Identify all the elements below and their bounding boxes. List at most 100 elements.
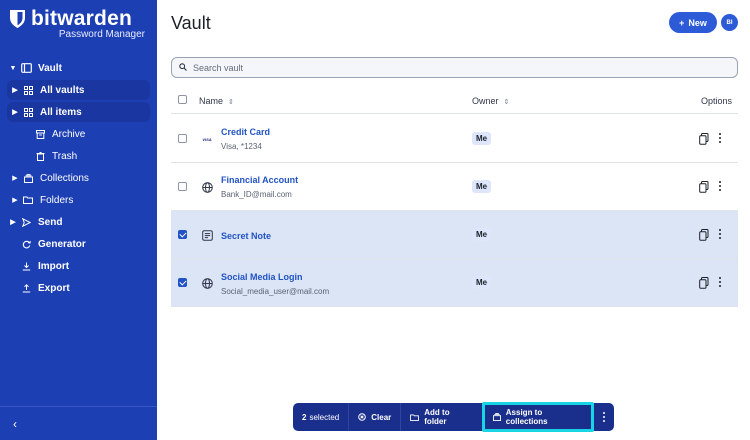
grid-icon [21,105,35,119]
item-subtitle: Bank_ID@mail.com [221,190,292,199]
shield-logo-icon [10,10,25,28]
chevron-right-icon[interactable]: ▶ [9,86,21,94]
sort-icon: ⇕ [503,99,510,106]
item-name-link[interactable]: Financial Account [221,175,298,185]
sidebar: bitwarden Password Manager ▼ Vault ▶ All… [0,0,157,440]
owner-badge: Me [472,276,492,289]
sidebar-item-folders[interactable]: ▶ Folders [7,190,150,210]
item-subtitle: Visa, *1234 [221,142,262,151]
item-subtitle: Social_media_user@mail.com [221,287,330,296]
collection-icon [492,413,501,421]
add-to-folder-button[interactable]: Add to folder [401,403,483,431]
table-row[interactable]: Financial Account Bank_ID@mail.com Me [171,163,738,211]
sidebar-item-label: Generator [38,238,86,250]
sidebar-item-label: Send [38,216,63,228]
sidebar-item-import[interactable]: Import [7,256,150,276]
new-button[interactable]: + New [669,12,717,33]
sidebar-item-label: Vault [38,62,62,74]
vault-icon [19,61,33,75]
table-row[interactable]: VISA Credit Card Visa, *1234 Me [171,115,738,163]
table-row[interactable]: Secret Note Me [171,211,738,259]
sidebar-item-vault[interactable]: ▼ Vault [7,58,150,78]
note-icon [200,228,214,242]
bulk-more-options-icon[interactable] [594,412,614,422]
brand-logo[interactable]: bitwarden Password Manager [9,7,149,43]
sidebar-item-export[interactable]: Export [7,278,150,298]
sidebar-item-label: Archive [52,128,86,140]
brand-name: bitwarden [31,7,132,30]
brand-product: Password Manager [58,29,145,40]
table-header: Name ⇕ Owner ⇕ Options [171,88,738,114]
sidebar-item-label: All items [40,106,82,118]
owner-badge: Me [472,180,492,193]
archive-icon [33,127,47,141]
trash-icon [33,149,47,163]
sidebar-item-collections[interactable]: ▶ Collections [7,168,150,188]
sidebar-item-generator[interactable]: Generator [7,234,150,254]
sidebar-item-all-items[interactable]: ▶ All items [7,102,150,122]
row-checkbox[interactable] [178,278,187,287]
grid-icon [21,83,35,97]
generator-icon [19,237,33,251]
sidebar-item-send[interactable]: ▶ Send [7,212,150,232]
column-owner-header[interactable]: Owner ⇕ [472,96,509,106]
search-icon [179,62,187,73]
chevron-down-icon[interactable]: ▼ [7,65,19,72]
item-name-link[interactable]: Secret Note [221,231,271,241]
table-row[interactable]: Social Media Login Social_media_user@mai… [171,259,738,307]
chevron-right-icon[interactable]: ▶ [9,174,21,182]
row-checkbox[interactable] [178,182,187,191]
owner-badge: Me [472,132,492,145]
owner-badge: Me [472,228,492,241]
sidebar-item-archive[interactable]: Archive [7,124,150,144]
copy-icon[interactable] [699,276,709,289]
collection-icon [21,171,35,185]
export-icon [19,281,33,295]
search-bar[interactable] [171,57,738,78]
sidebar-item-trash[interactable]: Trash [7,146,150,166]
import-icon [19,259,33,273]
chevron-right-icon[interactable]: ▶ [7,218,19,226]
avatar[interactable]: BI [721,14,738,31]
more-options-icon[interactable] [717,276,723,288]
send-icon [19,215,33,229]
bulk-action-bar: 2 selected Clear Add to folder Assign to… [293,403,614,431]
sidebar-item-label: Collections [40,172,89,184]
copy-icon[interactable] [699,132,709,145]
chevron-right-icon[interactable]: ▶ [9,108,21,116]
search-input[interactable] [193,62,693,73]
folder-icon [410,413,420,421]
sidebar-item-label: All vaults [40,84,85,96]
sort-icon: ⇕ [228,99,234,106]
clear-selection-button[interactable]: Clear [349,403,402,431]
globe-icon [200,180,214,194]
copy-icon[interactable] [699,180,709,193]
select-all-checkbox[interactable] [178,95,187,104]
sidebar-footer: ‹ [0,406,157,440]
item-name-link[interactable]: Social Media Login [221,272,303,282]
visa-icon: VISA [202,136,212,142]
folder-icon [21,193,35,207]
selection-count: 2 selected [293,403,350,431]
row-checkbox[interactable] [178,230,187,239]
sidebar-item-all-vaults[interactable]: ▶ All vaults [7,80,150,100]
sidebar-item-label: Export [38,282,70,294]
sidebar-item-label: Import [38,260,70,272]
copy-icon[interactable] [699,228,709,241]
more-options-icon[interactable] [717,180,723,192]
row-checkbox[interactable] [178,134,187,143]
column-name-header[interactable]: Name ⇕ [199,96,234,106]
clear-icon [358,413,367,421]
more-options-icon[interactable] [717,132,723,144]
page-title: Vault [171,13,211,33]
globe-icon [200,276,214,290]
plus-icon: + [679,17,685,28]
chevron-left-icon[interactable]: ‹ [13,417,17,431]
assign-to-collections-button[interactable]: Assign to collections [483,403,595,431]
item-name-link[interactable]: Credit Card [221,127,270,137]
chevron-right-icon[interactable]: ▶ [9,196,21,204]
more-options-icon[interactable] [717,228,723,240]
new-button-label: New [688,17,707,28]
sidebar-item-label: Folders [40,194,74,206]
sidebar-item-label: Trash [52,150,78,162]
